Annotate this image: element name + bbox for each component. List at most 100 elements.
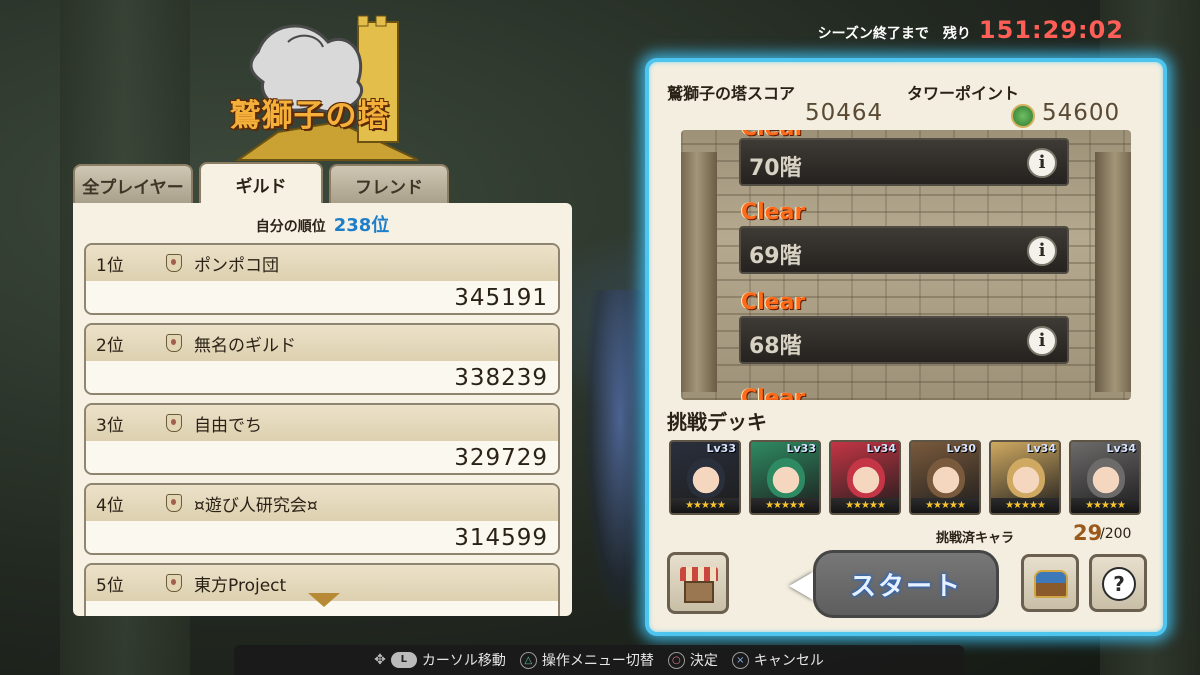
guild-emblem-icon [166, 494, 182, 512]
character-rarity-stars: ★★★★★ [991, 498, 1059, 513]
guild-name: 無名のギルド [194, 335, 296, 356]
floor-name: 68階 [749, 334, 802, 359]
character-rarity-stars: ★★★★★ [831, 498, 899, 513]
guild-name: ポンポコ団 [194, 255, 279, 276]
info-icon[interactable]: i [1027, 236, 1057, 266]
deck-character[interactable]: Lv34 ★★★★★ [989, 440, 1061, 515]
character-portrait [927, 458, 965, 498]
floor-row[interactable]: Clear 68階 i [739, 290, 1069, 364]
challenge-deck: Lv33 ★★★★★ Lv33 ★★★★★ Lv34 ★★★★★ Lv30 ★★★★★ … [669, 440, 1141, 515]
griffin-emblem-icon [234, 15, 419, 161]
tab-guild[interactable]: ギルド [199, 162, 323, 204]
tower-score-label: 鷲獅子の塔スコア [667, 84, 796, 103]
guild-score: 338239 [454, 365, 548, 391]
guild-emblem-icon [166, 574, 182, 592]
reward-chest-button[interactable] [1021, 554, 1079, 612]
character-rarity-stars: ★★★★★ [1071, 498, 1139, 513]
guild-score: 329729 [454, 445, 548, 471]
info-icon[interactable]: i [1027, 326, 1057, 356]
ranking-list[interactable]: 1位 ポンポコ団 345191 2位 無名のギルド 338239 3位 自由でち 32… [84, 243, 562, 616]
my-rank-label: 自分の順位 [255, 219, 326, 235]
character-level: Lv33 [706, 442, 737, 455]
start-button[interactable]: スタート [813, 550, 999, 618]
deck-character[interactable]: Lv33 ★★★★★ [749, 440, 821, 515]
ranking-row[interactable]: 3位 自由でち 329729 [84, 403, 560, 475]
triangle-button-icon: △ [519, 651, 537, 669]
tower-floor-list[interactable]: Clear 70階 i Clear 69階 i Clear 68階 i Clear [681, 130, 1131, 400]
cross-button-icon: × [731, 651, 749, 669]
character-portrait [767, 458, 805, 498]
floor-name: 70階 [749, 156, 802, 181]
ranking-panel: 自分の順位 238位 1位 ポンポコ団 345191 2位 無名のギルド 338239… [73, 203, 572, 616]
character-level: Lv34 [1106, 442, 1137, 455]
info-icon[interactable]: i [1027, 148, 1057, 178]
deck-label: 挑戦デッキ [667, 410, 767, 434]
guild-name: 自由でち [194, 415, 262, 436]
guild-score: 345191 [454, 285, 548, 311]
shop-button[interactable] [667, 552, 729, 614]
tower-points-label: タワーポイント [907, 84, 1020, 103]
floor-row[interactable]: Clear 69階 i [739, 200, 1069, 274]
character-level: Lv34 [866, 442, 897, 455]
floor-name: 69階 [749, 244, 802, 269]
guild-score: 314599 [454, 525, 548, 551]
guide-cancel: × キャンセル [731, 650, 824, 670]
floor-clear-label: Clear [741, 290, 806, 315]
dpad-icon: ✥ [374, 652, 386, 668]
guide-cursor-move: ✥ L カーソル移動 [374, 650, 506, 670]
challenged-characters-max: /200 [1100, 526, 1132, 542]
deck-character[interactable]: Lv34 ★★★★★ [1069, 440, 1141, 515]
challenged-characters-label: 挑戦済キャラ [936, 531, 1015, 546]
guild-emblem-icon [166, 414, 182, 432]
left-stick-icon: L [390, 652, 417, 668]
deck-character[interactable]: Lv33 ★★★★★ [669, 440, 741, 515]
tower-point-coin-icon [1011, 104, 1035, 128]
floor-row[interactable]: 70階 i [739, 130, 1069, 186]
character-level: Lv34 [1026, 442, 1057, 455]
season-timer-label: シーズン終了まで 残り [817, 26, 971, 42]
guide-label: 決定 [689, 653, 718, 669]
deck-character[interactable]: Lv34 ★★★★★ [829, 440, 901, 515]
floor-clear-label: Clear [741, 386, 806, 400]
tower-turret-left [681, 152, 717, 392]
ranking-tabs: 全プレイヤー ギルド フレンド [73, 162, 449, 204]
character-level: Lv33 [786, 442, 817, 455]
tower-score-value: 50464 [805, 100, 884, 126]
character-rarity-stars: ★★★★★ [911, 498, 979, 513]
tower-points-value: 54600 [1042, 100, 1121, 126]
tower-title: 鷲獅子の塔 [229, 98, 390, 134]
rank-position: 4位 [96, 495, 124, 516]
circle-button-icon: ○ [667, 651, 685, 669]
tower-turret-right [1095, 152, 1131, 392]
guide-menu-switch: △ 操作メニュー切替 [519, 650, 654, 670]
guild-name: 東方Project [194, 575, 287, 596]
tab-friends[interactable]: フレンド [329, 164, 449, 204]
my-rank-value: 238位 [333, 215, 390, 236]
controller-guide-bar: ✥ L カーソル移動 △ 操作メニュー切替 ○ 決定 × キャンセル [234, 645, 964, 675]
tower-panel: 鷲獅子の塔スコア 50464 タワーポイント 54600 Clear 70階 i … [645, 58, 1167, 636]
deck-character[interactable]: Lv30 ★★★★★ [909, 440, 981, 515]
guide-label: キャンセル [753, 653, 824, 669]
challenged-characters-count: 29 [1073, 521, 1103, 545]
guide-confirm: ○ 決定 [667, 650, 718, 670]
season-timer: シーズン終了まで 残り 151:29:02 [818, 16, 1124, 44]
scroll-down-arrow-icon[interactable] [308, 593, 340, 607]
character-rarity-stars: ★★★★★ [671, 498, 739, 513]
help-button[interactable]: ? [1089, 554, 1147, 612]
character-portrait [1007, 458, 1045, 498]
character-level: Lv30 [946, 442, 977, 455]
rank-position: 3位 [96, 415, 124, 436]
my-rank: 自分の順位 238位 [73, 211, 572, 237]
ranking-row[interactable]: 4位 ¤遊び人研究会¤ 314599 [84, 483, 560, 555]
tab-all-players[interactable]: 全プレイヤー [73, 164, 193, 204]
floor-clear-label: Clear [741, 200, 806, 225]
guide-label: カーソル移動 [421, 653, 506, 669]
ranking-row[interactable]: 5位 東方Project [84, 563, 560, 616]
tower-logo [218, 12, 428, 164]
ranking-row[interactable]: 1位 ポンポコ団 345191 [84, 243, 560, 315]
rank-position: 2位 [96, 335, 124, 356]
character-rarity-stars: ★★★★★ [751, 498, 819, 513]
character-portrait [847, 458, 885, 498]
ranking-row[interactable]: 2位 無名のギルド 338239 [84, 323, 560, 395]
character-portrait [1087, 458, 1125, 498]
